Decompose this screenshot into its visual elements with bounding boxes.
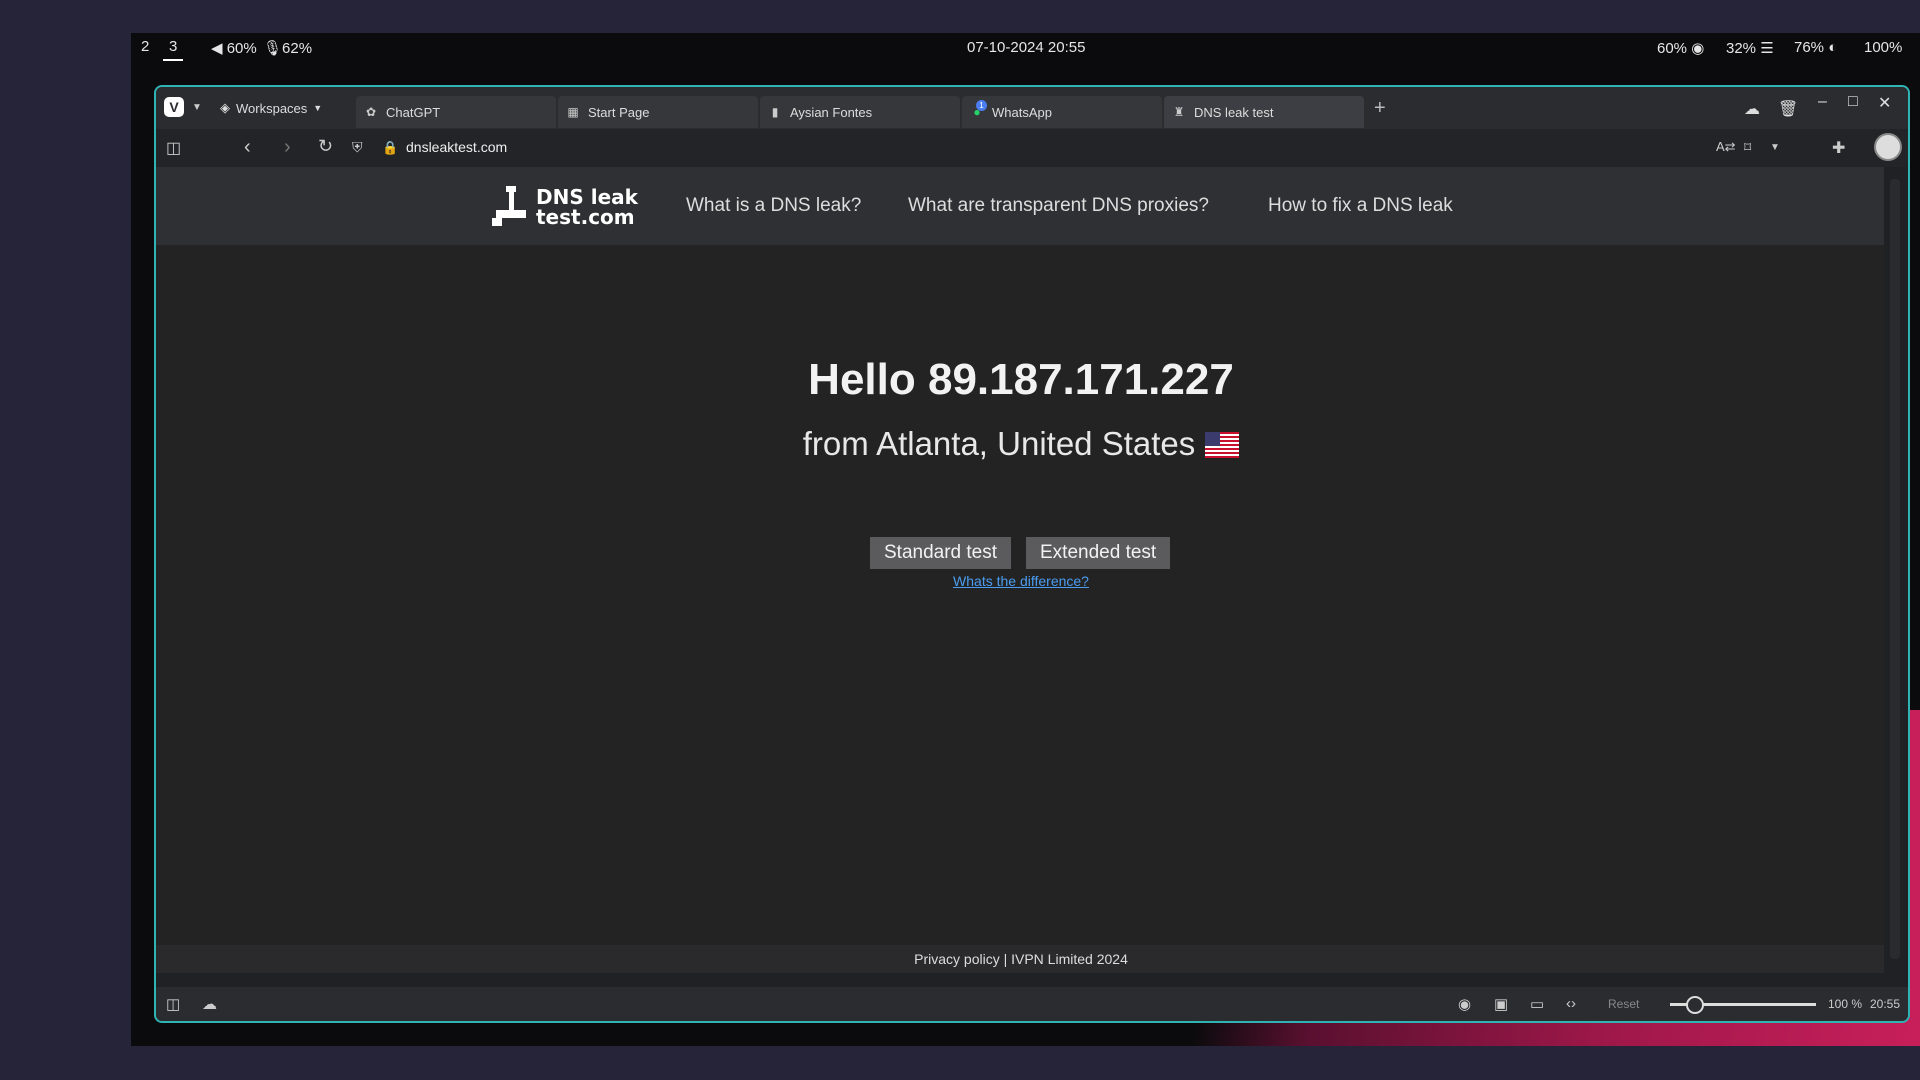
workspaces-button[interactable]: ◈ Workspaces ▼ <box>220 100 322 116</box>
profile-avatar[interactable] <box>1874 133 1902 161</box>
forward-icon[interactable]: › <box>284 136 291 159</box>
us-flag-icon <box>1205 432 1240 458</box>
standard-test-button[interactable]: Standard test <box>870 537 1012 569</box>
tab-bar: V ▼ ◈ Workspaces ▼ ✿ ChatGPT ▦ Start Pag… <box>156 87 1908 129</box>
site-header: DNS leak test.com What is a DNS leak? Wh… <box>156 167 1886 245</box>
doc-icon: ▮ <box>771 105 779 119</box>
reload-icon[interactable]: ↻ <box>318 136 333 157</box>
zoom-slider-knob[interactable] <box>1686 996 1704 1014</box>
url-input[interactable]: dnsleaktest.com <box>406 139 507 155</box>
site-logo[interactable]: DNS leak test.com <box>490 181 650 233</box>
tab-label: Start Page <box>588 104 650 120</box>
extensions-icon[interactable]: ✚ <box>1832 138 1845 158</box>
sync-cloud-icon[interactable]: ☁ <box>202 995 217 1013</box>
workspace-2[interactable]: 2 <box>141 38 149 55</box>
scrollbar-thumb[interactable] <box>1890 179 1900 959</box>
mem-value: 32% <box>1726 40 1757 57</box>
tab-chatgpt[interactable]: ✿ ChatGPT <box>356 96 556 128</box>
lock-icon[interactable]: 🔒 <box>382 140 398 156</box>
nav-transparent-dns-proxies[interactable]: What are transparent DNS proxies? <box>908 195 1209 217</box>
logo-line-2: test.com <box>536 205 635 229</box>
dns-icon: ♜ <box>1173 105 1185 119</box>
cpu-value: 60% <box>1657 40 1688 57</box>
faucet-icon <box>490 184 532 230</box>
site-footer[interactable]: Privacy policy | IVPN Limited 2024 <box>156 945 1886 973</box>
browser-status-bar: ◫ ☁ ◉ ▣ ▭ ‹› Reset 100 % 20:55 <box>156 987 1908 1021</box>
sidebar-toggle-icon[interactable]: ◫ <box>166 138 181 158</box>
notification-badge: 1 <box>976 100 987 111</box>
panel-toggle-icon[interactable]: ◫ <box>166 995 180 1013</box>
new-tab-plus-icon[interactable]: + <box>1374 97 1386 120</box>
grid-icon: ▦ <box>567 105 579 119</box>
zoom-reset[interactable]: Reset <box>1608 997 1639 1011</box>
cpu-indicator: 60% ◉ <box>1657 40 1705 57</box>
clock: 07-10-2024 20:55 <box>967 39 1086 56</box>
code-icon[interactable]: ‹› <box>1566 995 1576 1012</box>
tab-label: DNS leak test <box>1194 104 1274 120</box>
scrollbar[interactable] <box>1884 167 1908 973</box>
shield-icon[interactable]: ⛨ <box>352 139 363 156</box>
status-clock: 20:55 <box>1870 997 1901 1011</box>
brightness-value: 76% <box>1794 39 1825 56</box>
browser-window: V ▼ ◈ Workspaces ▼ ✿ ChatGPT ▦ Start Pag… <box>154 85 1910 1023</box>
volume-value: 60% <box>226 40 257 57</box>
brightness-indicator: 76% ◐ <box>1794 39 1838 56</box>
battery-indicator: 100% <box>1864 39 1902 56</box>
minimize-icon[interactable]: – <box>1818 93 1827 111</box>
tab-dns-leak-test[interactable]: ♜ DNS leak test <box>1164 96 1364 128</box>
dropdown-icon[interactable]: ▼ <box>1770 142 1780 153</box>
cloud-sync-icon[interactable]: ☁ <box>1744 99 1760 119</box>
zoom-level: 100 % <box>1828 997 1863 1011</box>
tab-label: Aysian Fontes <box>790 104 873 120</box>
tab-label: ChatGPT <box>386 104 441 120</box>
vivaldi-menu-icon[interactable]: V <box>164 97 184 117</box>
image-icon[interactable]: ▣ <box>1494 995 1508 1013</box>
translate-icon[interactable]: A⇄ <box>1716 139 1736 155</box>
address-bar: ◫ ‹ › ↻ ⛨ 🔒 dnsleaktest.com A⇄ ⌑ ▼ ✚ <box>156 129 1908 167</box>
web-page: DNS leak test.com What is a DNS leak? Wh… <box>156 167 1886 973</box>
page-tiling-icon[interactable]: ▭ <box>1530 995 1544 1013</box>
extended-test-button[interactable]: Extended test <box>1026 537 1171 569</box>
tab-aysian-fontes[interactable]: ▮ Aysian Fontes <box>760 96 960 128</box>
wallpaper-stripe <box>1910 710 1920 1010</box>
location-line: from Atlanta, United States <box>156 425 1886 463</box>
trash-icon[interactable]: 🗑 <box>1778 99 1798 119</box>
workspaces-label: Workspaces <box>236 100 308 116</box>
tab-label: WhatsApp <box>992 104 1052 120</box>
maximize-icon[interactable]: □ <box>1848 93 1858 111</box>
volume-indicator[interactable]: ◀ 60% <box>211 39 257 57</box>
close-icon[interactable]: ✕ <box>1878 93 1891 113</box>
menu-caret-icon[interactable]: ▼ <box>192 102 202 113</box>
mic-indicator[interactable]: 🎙62% <box>263 39 312 57</box>
tab-whatsapp[interactable]: ● 1 WhatsApp <box>962 96 1162 128</box>
tab-start-page[interactable]: ▦ Start Page <box>558 96 758 128</box>
difference-link[interactable]: Whats the difference? <box>156 573 1886 589</box>
bookmark-icon[interactable]: ⌑ <box>1744 139 1751 156</box>
nav-fix-dns-leak[interactable]: How to fix a DNS leak <box>1268 195 1453 217</box>
memory-indicator: 32% ☰ <box>1726 40 1774 57</box>
layers-icon: ◈ <box>220 100 230 115</box>
workspace-3[interactable]: 3 <box>163 38 184 61</box>
chatgpt-icon: ✿ <box>365 105 377 119</box>
chevron-down-icon: ▼ <box>313 103 323 113</box>
nav-what-is-dns-leak[interactable]: What is a DNS leak? <box>686 195 861 217</box>
system-status-bar: 2 3 ◀ 60% 🎙62% 07-10-2024 20:55 60% ◉ 32… <box>131 33 1920 61</box>
logo-line-1: DNS leak <box>536 185 638 209</box>
location-text: from Atlanta, United States <box>802 425 1196 462</box>
battery-value: 100% <box>1864 39 1903 56</box>
screenshot-icon[interactable]: ◉ <box>1458 995 1471 1013</box>
whatsapp-icon: ● 1 <box>970 100 987 119</box>
back-icon[interactable]: ‹ <box>244 136 251 159</box>
mic-value: 62% <box>282 40 313 57</box>
ip-greeting: Hello 89.187.171.227 <box>808 355 1234 404</box>
